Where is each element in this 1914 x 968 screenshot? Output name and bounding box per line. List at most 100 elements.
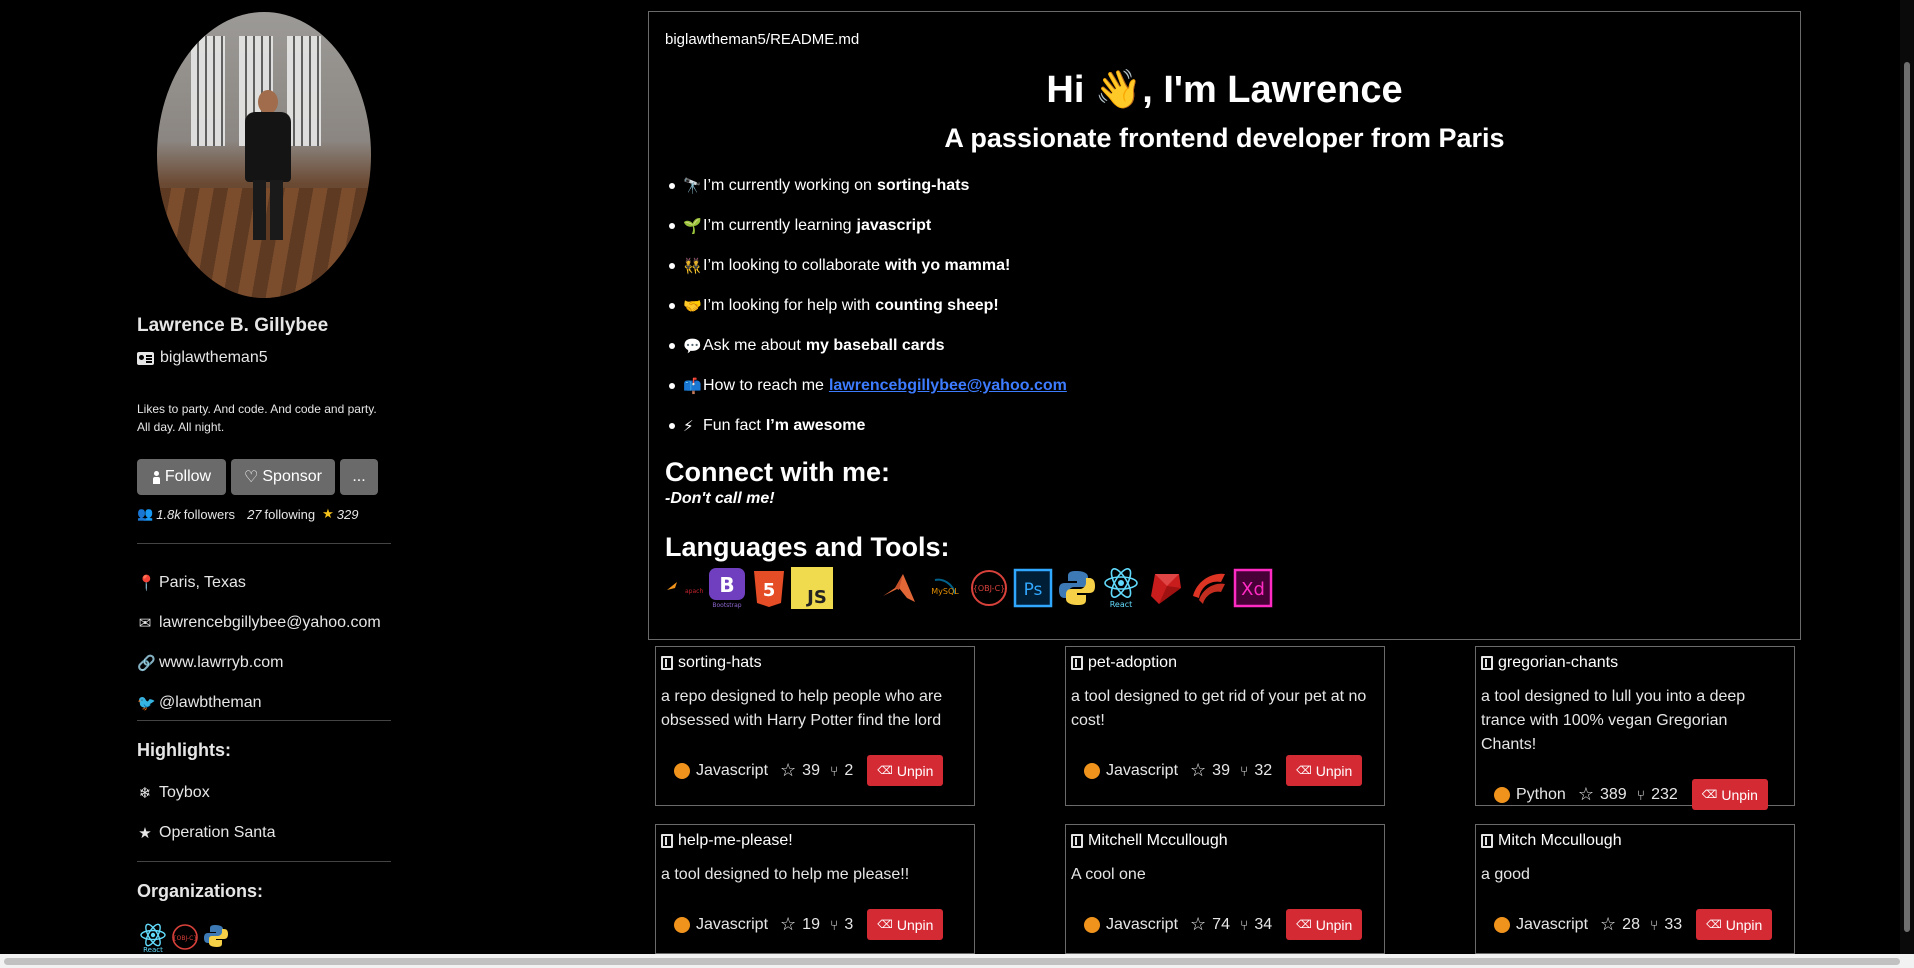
language-color-dot [1084, 762, 1100, 779]
react-icon[interactable]: React [1101, 567, 1141, 609]
empty-tool-slot [837, 568, 877, 608]
sponsor-button[interactable]: ♡ Sponsor [231, 459, 335, 495]
list-item: 💬 Ask me about my baseball cards [669, 326, 1067, 366]
react-org-icon[interactable]: React [139, 923, 167, 953]
svg-text:{OBJ-C}: {OBJ-C} [173, 935, 198, 942]
mailbox-icon: 📫 [683, 378, 702, 395]
readme-path[interactable]: biglawtheman5/README.md [665, 31, 859, 48]
pinned-repo-card[interactable]: gregorian-chants a tool designed to lull… [1475, 646, 1795, 810]
fork-icon: ⑂ [1239, 916, 1249, 933]
pinned-repo-card[interactable]: Mitch Mccullough a good Javascript ☆ 28 … [1475, 824, 1795, 954]
repo-stars: 74 [1212, 915, 1230, 933]
more-button[interactable]: ... [340, 459, 378, 495]
repo-description: a repo designed to help people who are o… [661, 688, 943, 729]
scala-icon[interactable] [1189, 568, 1229, 608]
readme-panel: biglawtheman5/README.md Hi 👋, I'm Lawren… [648, 11, 1801, 640]
svg-text:React: React [1110, 600, 1133, 609]
unpin-button[interactable]: ⌫ Unpin [1286, 909, 1363, 940]
email-row[interactable]: ✉ lawrencebgillybee@yahoo.com [137, 614, 381, 632]
horizontal-scrollbar-thumb[interactable] [4, 958, 1900, 965]
unpin-button[interactable]: ⌫ Unpin [1286, 755, 1363, 786]
mysql-icon[interactable]: MySQL [925, 568, 965, 608]
photoshop-icon[interactable]: Ps [1013, 568, 1053, 608]
repo-forks: 33 [1664, 915, 1683, 933]
email-link[interactable]: lawrencebgillybee@yahoo.com [829, 377, 1067, 395]
objective-c-icon[interactable]: {OBJ-C} [969, 568, 1009, 608]
repo-stars: 28 [1622, 915, 1640, 933]
envelope-icon: ✉ [138, 615, 152, 632]
svg-text:5: 5 [763, 580, 776, 601]
fork-icon: ⑂ [1636, 786, 1646, 803]
javascript-icon[interactable]: JS [791, 567, 833, 609]
avatar [157, 12, 371, 298]
unpin-icon: ⌫ [1296, 919, 1312, 931]
star-icon: ☆ [1577, 784, 1594, 804]
repo-language: Javascript [696, 761, 769, 779]
people-icon: 👯 [683, 258, 702, 275]
profile-username-row: biglawtheman5 [137, 349, 268, 367]
tools-list: apache B Bootstrap 5 JS MySQL {OBJ-C} [663, 567, 1273, 609]
highlight-item[interactable]: ❄ Toybox [137, 784, 210, 802]
python-org-icon[interactable] [203, 923, 229, 949]
repo-name[interactable]: pet-adoption [1088, 654, 1177, 672]
repo-language: Javascript [1106, 761, 1179, 779]
pinned-repo-card[interactable]: pet-adoption a tool designed to get rid … [1065, 646, 1385, 806]
repo-icon [1481, 834, 1493, 848]
vertical-scrollbar[interactable] [1900, 0, 1914, 954]
apache-icon[interactable]: apache [663, 568, 703, 608]
repo-name[interactable]: gregorian-chants [1498, 654, 1618, 672]
divider [137, 543, 391, 544]
unpin-button[interactable]: ⌫ Unpin [867, 755, 944, 786]
fork-icon: ⑂ [1239, 762, 1249, 779]
following-label[interactable]: following [265, 507, 316, 522]
vertical-scrollbar-thumb[interactable] [1904, 62, 1910, 932]
speech-bubble-icon: 💬 [683, 338, 702, 355]
person-icon [152, 471, 161, 484]
python-icon[interactable] [1057, 568, 1097, 608]
repo-language: Javascript [1106, 915, 1179, 933]
star-icon: ☆ [780, 914, 797, 934]
ruby-icon[interactable] [1145, 568, 1185, 608]
location-pin-icon: 📍 [137, 575, 156, 592]
repo-icon [1071, 656, 1083, 670]
unpin-button[interactable]: ⌫ Unpin [1696, 909, 1773, 940]
language-color-dot [1084, 916, 1100, 933]
repo-name[interactable]: help-me-please! [678, 832, 793, 850]
followers-count[interactable]: 1.8k [156, 507, 181, 522]
repo-language: Javascript [1516, 915, 1589, 933]
following-count[interactable]: 27 [247, 507, 261, 522]
followers-label[interactable]: followers [184, 507, 235, 522]
location-row: 📍 Paris, Texas [137, 574, 246, 592]
snowflake-icon: ❄ [138, 785, 152, 802]
horizontal-scrollbar[interactable] [0, 954, 1914, 968]
pinned-repo-card[interactable]: help-me-please! a tool designed to help … [655, 824, 975, 954]
language-color-dot [674, 916, 690, 933]
website-row[interactable]: 🔗 www.lawrryb.com [137, 654, 283, 672]
bootstrap-icon[interactable]: B Bootstrap [707, 567, 747, 609]
divider [137, 861, 391, 862]
twitter-row[interactable]: 🐦 @lawbtheman [137, 694, 262, 712]
highlight-item[interactable]: ★ Operation Santa [137, 824, 275, 842]
fork-icon: ⑂ [829, 762, 839, 779]
objective-c-org-icon[interactable]: {OBJ-C} [171, 923, 199, 951]
matlab-icon[interactable] [881, 568, 921, 608]
unpin-button[interactable]: ⌫ Unpin [867, 909, 944, 940]
pinned-repo-card[interactable]: Mitchell Mccullough A cool one Javascrip… [1065, 824, 1385, 954]
repo-description: a tool designed to get rid of your pet a… [1071, 688, 1367, 729]
repo-name[interactable]: Mitchell Mccullough [1088, 832, 1228, 850]
fork-icon: ⑂ [829, 916, 839, 933]
html5-icon[interactable]: 5 [751, 568, 787, 608]
repo-stars: 389 [1599, 785, 1627, 803]
repo-forks: 3 [844, 915, 854, 933]
repo-name[interactable]: sorting-hats [678, 654, 762, 672]
follow-button[interactable]: Follow [137, 459, 226, 495]
repo-name[interactable]: Mitch Mccullough [1498, 832, 1622, 850]
repo-forks: 32 [1254, 761, 1273, 779]
list-item: ⚡ Fun fact I’m awesome [669, 406, 1067, 446]
star-icon: ★ [322, 506, 334, 521]
stars-count[interactable]: 329 [337, 507, 359, 522]
xd-icon[interactable]: Xd [1233, 568, 1273, 608]
pinned-repo-card[interactable]: sorting-hats a repo designed to help peo… [655, 646, 975, 806]
unpin-button[interactable]: ⌫ Unpin [1691, 779, 1768, 810]
profile-bio: Likes to party. And code. And code and p… [137, 402, 377, 434]
